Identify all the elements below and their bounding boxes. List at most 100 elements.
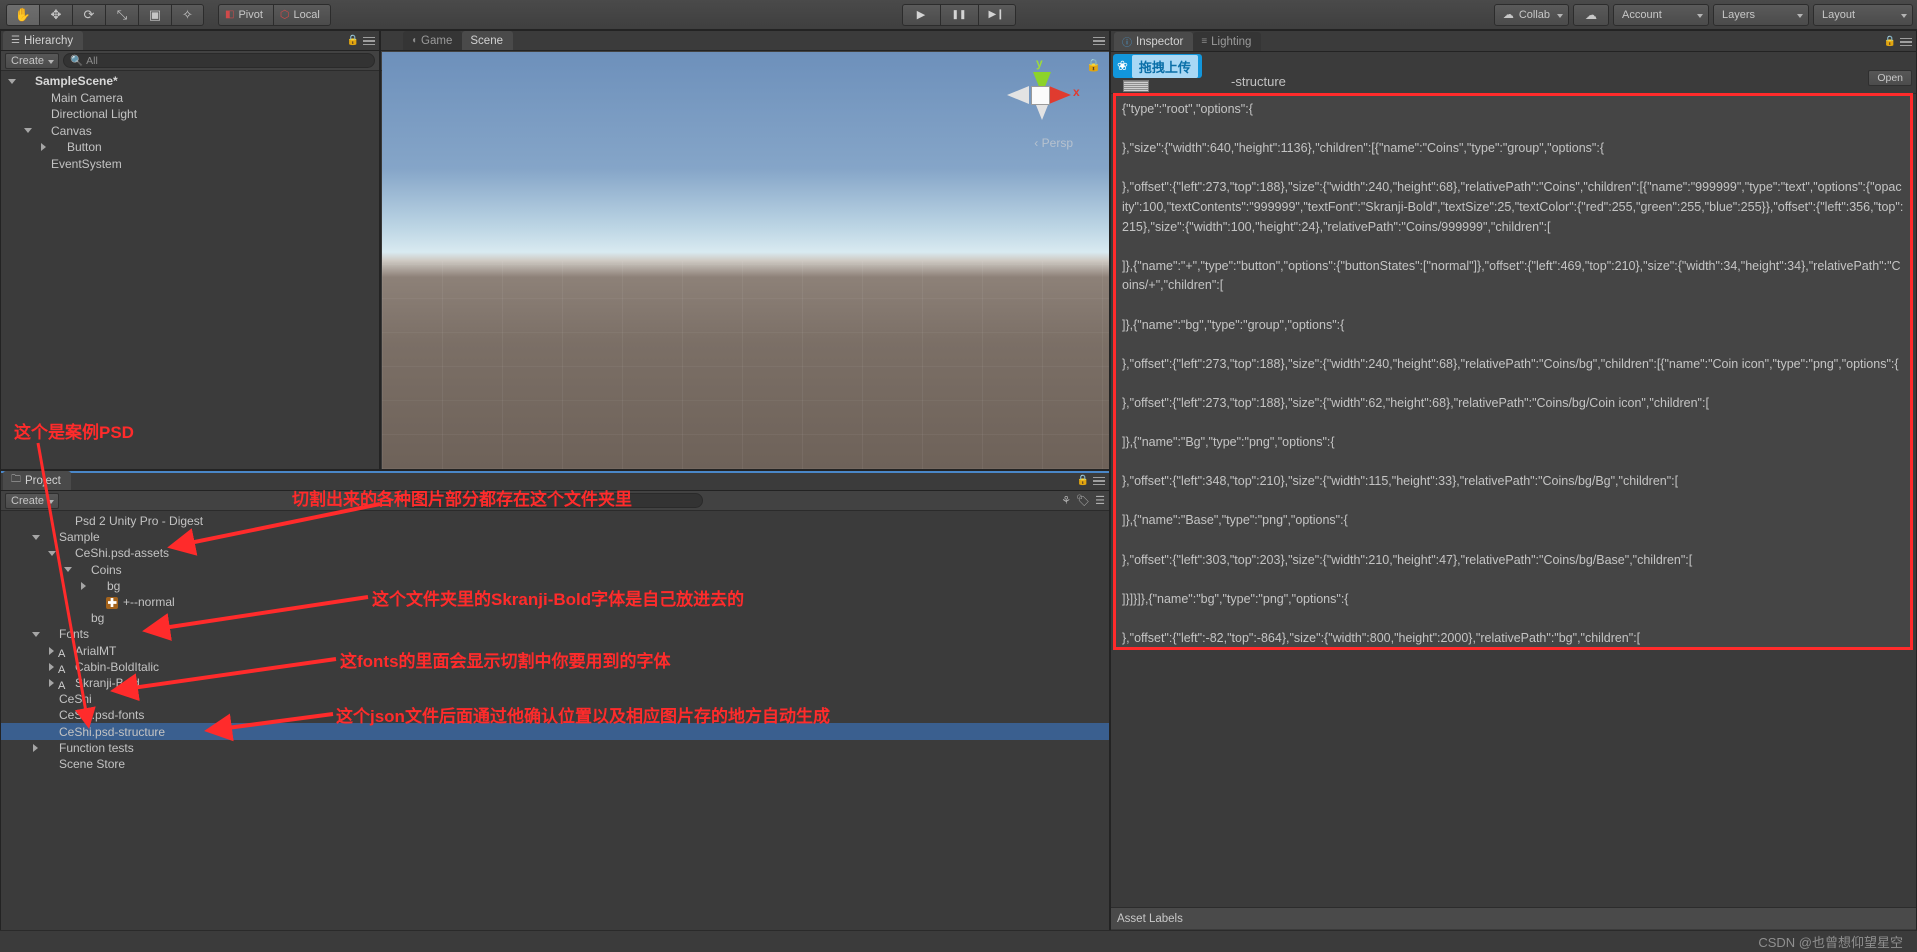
- layout-button[interactable]: Layout: [1813, 3, 1913, 26]
- label-tag-icon[interactable]: 🏷: [1076, 494, 1090, 507]
- twisty-down-icon[interactable]: [61, 567, 74, 573]
- scene-tabbar-right: [1093, 35, 1105, 48]
- hierarchy-item-row[interactable]: Button: [1, 139, 379, 156]
- local-toggle-button[interactable]: ⬡ Local: [272, 3, 331, 26]
- tab-lighting-label: Lighting: [1211, 35, 1252, 48]
- project-item-row[interactable]: CeShi.psd-assets: [1, 545, 1109, 561]
- transform-tool[interactable]: ✧: [171, 3, 204, 26]
- hierarchy-create-button[interactable]: Create: [5, 52, 60, 69]
- gizmo-y-label: y: [1036, 56, 1043, 70]
- rect-tool[interactable]: ▣: [138, 3, 171, 26]
- tab-scene[interactable]: Scene: [462, 31, 513, 50]
- project-item-row[interactable]: Function tests: [1, 740, 1109, 756]
- twisty-down-icon[interactable]: [29, 534, 42, 540]
- tab-inspector[interactable]: ⓘ Inspector: [1114, 32, 1194, 51]
- folder-icon: [58, 547, 72, 560]
- inspector-tabbar: ⓘ Inspector ≡ Lighting 🔒: [1111, 31, 1916, 52]
- pivot-icon: ◧: [225, 9, 235, 20]
- project-item-row[interactable]: Fonts: [1, 626, 1109, 642]
- play-button[interactable]: ▶: [901, 3, 940, 26]
- twisty-right-icon[interactable]: [37, 143, 50, 152]
- layers-button[interactable]: Layers: [1713, 3, 1809, 26]
- open-asset-label: Open: [1877, 72, 1903, 84]
- panel-menu-icon[interactable]: [1093, 35, 1105, 48]
- asset-labels-bar[interactable]: Asset Labels: [1111, 907, 1916, 929]
- twisty-down-icon[interactable]: [5, 78, 18, 84]
- drag-upload-badge[interactable]: ❀ 拖拽上传: [1113, 54, 1202, 78]
- scene-viewport[interactable]: 🔒 y x ‹ Persp: [382, 52, 1109, 469]
- rect-icon: ▣: [148, 6, 162, 22]
- pause-button[interactable]: ❚❚: [939, 3, 978, 26]
- twisty-glyph: [33, 743, 38, 752]
- project-item-label: CeShi: [59, 692, 92, 707]
- twisty-down-icon[interactable]: [21, 128, 34, 134]
- hierarchy-item-row[interactable]: EventSystem: [1, 156, 379, 173]
- project-item-label: CeShi.psd-assets: [75, 546, 170, 561]
- hierarchy-item-row[interactable]: Directional Light: [1, 106, 379, 123]
- project-item-row[interactable]: Coins: [1, 562, 1109, 578]
- project-item-row[interactable]: bg: [1, 610, 1109, 626]
- open-asset-button[interactable]: Open: [1868, 70, 1912, 86]
- tab-project[interactable]: 🗀 Project: [3, 471, 71, 490]
- font-icon: A: [58, 664, 66, 677]
- tab-lighting[interactable]: ≡ Lighting: [1193, 32, 1262, 51]
- asset-json-text: {"type":"root","options":{ },"size":{"wi…: [1122, 102, 1904, 646]
- tab-hierarchy[interactable]: ☰ Hierarchy: [3, 31, 84, 50]
- cloud-services-button[interactable]: ☁: [1573, 3, 1609, 26]
- doc-icon: [42, 693, 56, 706]
- collab-button[interactable]: ☁ Collab: [1493, 3, 1569, 26]
- project-item-row[interactable]: Sample: [1, 529, 1109, 545]
- scale-tool[interactable]: ⤡: [105, 3, 138, 26]
- png-icon: [74, 612, 88, 625]
- project-tree: Psd 2 Unity Pro - Digest Sample CeShi.psd-…: [1, 511, 1109, 774]
- pivot-toggle-button[interactable]: ◧ Pivot: [218, 3, 273, 26]
- favorites-icon[interactable]: ⚘: [1061, 494, 1071, 507]
- tab-project-label: Project: [25, 474, 61, 487]
- lock-icon[interactable]: 🔒: [347, 35, 359, 46]
- twisty-glyph: [41, 143, 46, 152]
- step-icon: ▶❙: [988, 9, 1005, 20]
- twisty-down-icon[interactable]: [45, 550, 58, 556]
- hierarchy-search-placeholder: All: [86, 54, 98, 67]
- panel-menu-icon[interactable]: [1900, 36, 1912, 49]
- folder-icon: [42, 628, 56, 641]
- hand-tool[interactable]: ✋: [6, 3, 39, 26]
- lock-icon[interactable]: 🔒: [1884, 36, 1896, 47]
- hierarchy-create-label: Create: [11, 54, 45, 67]
- chevron-down-icon: [1697, 13, 1703, 18]
- chevron-down-icon: [1901, 13, 1907, 18]
- hierarchy-search-input[interactable]: 🔍 All: [63, 53, 375, 68]
- move-tool[interactable]: ✥: [39, 3, 72, 26]
- project-item-row[interactable]: A Skranji-Bold: [1, 675, 1109, 693]
- scene-orientation-gizmo[interactable]: y x: [1003, 56, 1081, 134]
- step-button[interactable]: ▶❙: [977, 3, 1016, 26]
- lock-icon[interactable]: 🔒: [1077, 475, 1089, 486]
- asset-json-preview[interactable]: {"type":"root","options":{ },"size":{"wi…: [1113, 93, 1913, 650]
- project-item-row[interactable]: Psd 2 Unity Pro - Digest: [1, 513, 1109, 529]
- project-create-button[interactable]: Create: [5, 492, 60, 509]
- project-item-row[interactable]: Scene Store: [1, 756, 1109, 772]
- twisty-right-icon[interactable]: [45, 646, 58, 655]
- scale-icon: ⤡: [116, 6, 128, 22]
- scene-lock-icon[interactable]: 🔒: [1086, 58, 1101, 72]
- scene-projection-label[interactable]: ‹ Persp: [1034, 136, 1073, 150]
- hierarchy-item-row[interactable]: Main Camera: [1, 90, 379, 107]
- hierarchy-item-row[interactable]: SampleScene*: [1, 73, 379, 90]
- twisty-right-icon[interactable]: [29, 743, 42, 752]
- account-button[interactable]: Account: [1613, 3, 1709, 26]
- twisty-right-icon[interactable]: [45, 678, 58, 687]
- tab-game[interactable]: ◖ Game: [403, 31, 463, 50]
- hierarchy-item-row[interactable]: Canvas: [1, 123, 379, 140]
- twisty-down-icon[interactable]: [29, 631, 42, 637]
- rotate-tool[interactable]: ⟳: [72, 3, 105, 26]
- cube-icon: [50, 141, 64, 154]
- font-icon: A: [58, 680, 66, 693]
- panel-menu-icon[interactable]: [1093, 475, 1105, 488]
- asset-labels-label: Asset Labels: [1117, 912, 1183, 925]
- twisty-right-icon[interactable]: [45, 662, 58, 671]
- twisty-right-icon[interactable]: [77, 581, 90, 590]
- hierarchy-tree: SampleScene* Main Camera Directional Light…: [1, 71, 379, 174]
- panel-menu-icon[interactable]: [363, 35, 375, 48]
- list-view-icon[interactable]: ☰: [1095, 494, 1105, 507]
- hierarchy-item-label: SampleScene*: [35, 74, 118, 89]
